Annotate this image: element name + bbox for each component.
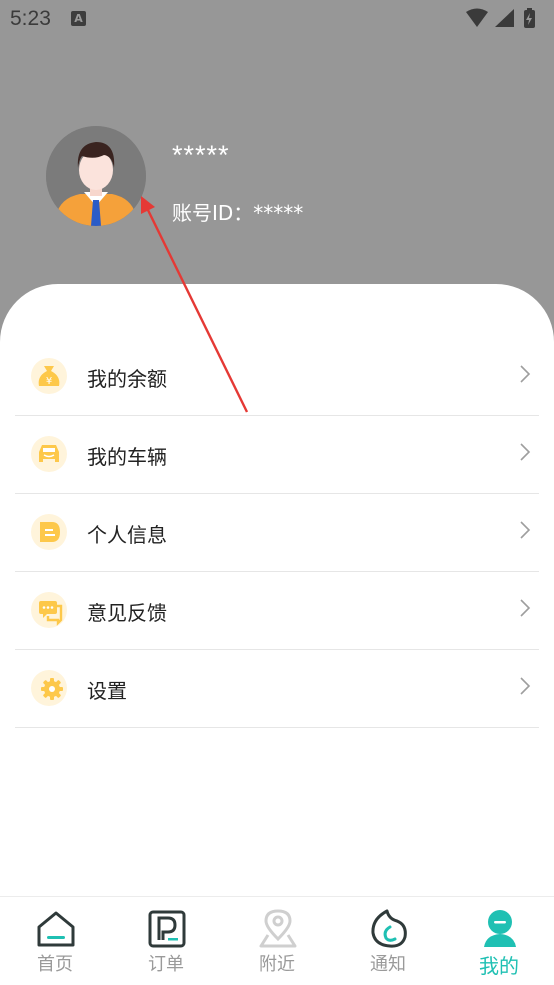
tab-profile[interactable]: 我的 (444, 897, 554, 985)
profile-account-id: 账号ID：***** (172, 201, 304, 225)
avatar[interactable] (46, 126, 146, 226)
chevron-right-icon (520, 677, 531, 695)
menu-item-settings[interactable]: 设置 (15, 650, 539, 728)
settings-gear-icon (31, 670, 67, 706)
status-icons (466, 8, 535, 28)
notification-moon-icon (371, 909, 407, 948)
chevron-right-icon (520, 443, 531, 461)
chevron-right-icon (520, 599, 531, 617)
menu-item-label: 意见反馈 (87, 601, 167, 625)
menu-item-personal-info[interactable]: 个人信息 (15, 494, 539, 572)
profile-menu: ¥ 我的余额 我的车辆 个人信息 意见反馈 设置 (15, 338, 539, 728)
wifi-icon (466, 8, 488, 27)
tab-nearby[interactable]: 附近 (222, 897, 332, 985)
status-time: 5:23 (10, 7, 51, 30)
svg-text:¥: ¥ (46, 376, 52, 387)
chevron-right-icon (520, 521, 531, 539)
tab-label: 我的 (479, 954, 519, 978)
menu-item-vehicles[interactable]: 我的车辆 (15, 416, 539, 494)
tab-label: 首页 (37, 954, 73, 975)
id-card-icon (31, 514, 67, 550)
tab-home[interactable]: 首页 (0, 897, 110, 985)
map-pin-icon (259, 909, 297, 948)
tab-notifications[interactable]: 通知 (333, 897, 443, 985)
bottom-tab-bar: 首页 订单 附近 通知 我的 (0, 896, 554, 985)
notification-a-icon: A (71, 11, 86, 26)
home-icon (37, 911, 75, 947)
car-icon (31, 436, 67, 472)
signal-icon (495, 9, 514, 27)
battery-icon (524, 8, 535, 28)
avatar-man-icon (46, 126, 146, 226)
feedback-chat-icon (31, 592, 67, 628)
order-parking-icon (148, 910, 186, 948)
menu-item-label: 我的车辆 (87, 445, 167, 469)
tab-orders[interactable]: 订单 (111, 897, 221, 985)
tab-label: 通知 (370, 954, 406, 975)
tab-label: 附近 (259, 954, 295, 975)
menu-item-label: 个人信息 (87, 523, 167, 547)
chevron-right-icon (520, 365, 531, 383)
menu-item-balance[interactable]: ¥ 我的余额 (15, 338, 539, 416)
menu-item-label: 我的余额 (87, 367, 167, 391)
profile-username: ***** (172, 140, 230, 170)
profile-person-icon (484, 910, 516, 947)
tab-label: 订单 (148, 954, 184, 975)
money-bag-icon: ¥ (31, 358, 67, 394)
menu-item-label: 设置 (87, 679, 127, 703)
menu-item-feedback[interactable]: 意见反馈 (15, 572, 539, 650)
status-bar: 5:23 A (0, 0, 554, 38)
